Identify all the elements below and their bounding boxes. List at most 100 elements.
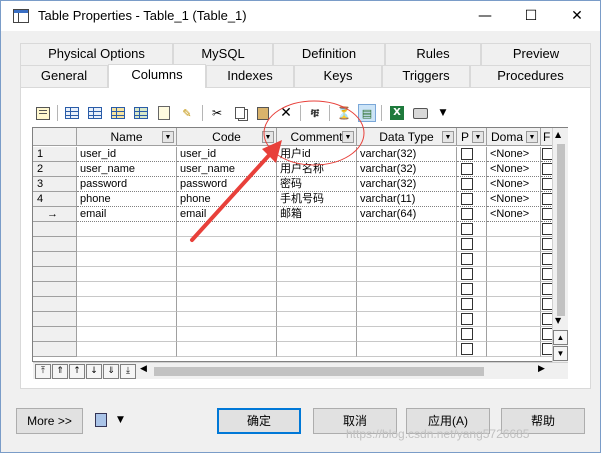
cell-name[interactable]: user_name: [77, 162, 177, 177]
column-header-domain[interactable]: Doma ▼: [487, 128, 541, 146]
move-up-icon[interactable]: ↑: [69, 364, 85, 379]
cell-code[interactable]: email: [177, 207, 277, 222]
tab-columns[interactable]: Columns: [108, 64, 206, 88]
more-button[interactable]: More >>: [16, 408, 83, 434]
move-up-page-icon[interactable]: ⇑: [52, 364, 68, 379]
tab-procedures[interactable]: Procedures: [470, 65, 591, 87]
empty-table-row[interactable]: [33, 252, 553, 267]
cell-code[interactable]: user_id: [177, 147, 277, 162]
cell-data-type[interactable]: [357, 342, 457, 357]
cell-data-type[interactable]: [357, 282, 457, 297]
move-down-page-icon[interactable]: ⇓: [103, 364, 119, 379]
columns-grid[interactable]: Name ▼ Code ▼ Comment ▼ Data Type ▼ P ▼ Doma ▼…: [32, 127, 568, 362]
cell-comment[interactable]: [277, 267, 357, 282]
cell-primary[interactable]: [457, 342, 487, 357]
column-header-name[interactable]: Name ▼: [77, 128, 177, 146]
primary-checkbox[interactable]: [461, 193, 473, 205]
tab-mysql[interactable]: MySQL: [173, 43, 273, 65]
cell-code[interactable]: [177, 237, 277, 252]
move-bottom-icon[interactable]: ⤓: [120, 364, 136, 379]
cell-name[interactable]: [77, 252, 177, 267]
scroll-down-icon[interactable]: ▼: [555, 316, 561, 325]
cell-data-type[interactable]: [357, 327, 457, 342]
cell-code[interactable]: password: [177, 177, 277, 192]
cell-comment[interactable]: 用户名称: [277, 162, 357, 177]
cell-primary[interactable]: [457, 297, 487, 312]
column-dropdown-icon[interactable]: ▼: [262, 131, 274, 143]
cell-name[interactable]: password: [77, 177, 177, 192]
tab-indexes[interactable]: Indexes: [206, 65, 294, 87]
tab-keys[interactable]: Keys: [294, 65, 382, 87]
primary-checkbox[interactable]: [461, 178, 473, 190]
cell-primary[interactable]: [457, 192, 487, 207]
empty-table-row[interactable]: [33, 222, 553, 237]
cell-code[interactable]: [177, 342, 277, 357]
primary-checkbox[interactable]: [461, 253, 473, 265]
cell-domain[interactable]: [487, 327, 541, 342]
cell-name[interactable]: [77, 267, 177, 282]
cell-data-type[interactable]: [357, 237, 457, 252]
cell-name[interactable]: [77, 282, 177, 297]
tab-preview[interactable]: Preview: [481, 43, 591, 65]
table-row[interactable]: 1 user_id user_id 用户id varchar(32) <None>: [33, 147, 553, 162]
excel-export-icon[interactable]: X: [388, 104, 406, 122]
ok-button[interactable]: 确定: [217, 408, 301, 434]
scroll-thumb[interactable]: [557, 144, 565, 316]
primary-checkbox[interactable]: [461, 268, 473, 280]
cell-comment[interactable]: 用户id: [277, 147, 357, 162]
primary-checkbox[interactable]: [461, 343, 473, 355]
print-options-icon[interactable]: [95, 413, 109, 429]
cell-data-type[interactable]: [357, 252, 457, 267]
cell-name[interactable]: phone: [77, 192, 177, 207]
cell-comment[interactable]: [277, 327, 357, 342]
tab-rules[interactable]: Rules: [385, 43, 481, 65]
cell-name[interactable]: [77, 312, 177, 327]
column-dropdown-icon[interactable]: ▼: [526, 131, 538, 143]
cell-domain[interactable]: [487, 312, 541, 327]
cell-comment[interactable]: 密码: [277, 177, 357, 192]
cell-data-type[interactable]: [357, 312, 457, 327]
column-header-code[interactable]: Code ▼: [177, 128, 277, 146]
cell-data-type[interactable]: [357, 222, 457, 237]
find-icon[interactable]: ቹ: [306, 104, 324, 122]
new-icon[interactable]: [155, 104, 173, 122]
empty-table-row[interactable]: [33, 327, 553, 342]
primary-checkbox[interactable]: [461, 298, 473, 310]
cell-name[interactable]: [77, 327, 177, 342]
tab-triggers[interactable]: Triggers: [382, 65, 470, 87]
insert-row-icon[interactable]: [63, 104, 81, 122]
cell-domain[interactable]: [487, 267, 541, 282]
tab-definition[interactable]: Definition: [273, 43, 385, 65]
close-button[interactable]: ✕: [554, 1, 600, 31]
cell-code[interactable]: [177, 267, 277, 282]
primary-checkbox[interactable]: [461, 238, 473, 250]
cell-name[interactable]: [77, 222, 177, 237]
table-row[interactable]: 4 phone phone 手机号码 varchar(11) <None>: [33, 192, 553, 207]
table-row[interactable]: 3 password password 密码 varchar(32) <None>: [33, 177, 553, 192]
cell-code[interactable]: [177, 312, 277, 327]
maximize-button[interactable]: ☐: [508, 1, 554, 31]
cell-comment[interactable]: [277, 342, 357, 357]
cell-domain[interactable]: <None>: [487, 147, 541, 162]
scroll-left-icon[interactable]: ◀: [140, 364, 147, 374]
cell-code[interactable]: [177, 282, 277, 297]
empty-table-row[interactable]: [33, 297, 553, 312]
paste-icon[interactable]: [254, 104, 272, 122]
table-row[interactable]: → email email 邮箱 varchar(64) <None>: [33, 207, 553, 222]
cell-comment[interactable]: [277, 252, 357, 267]
cell-primary[interactable]: [457, 177, 487, 192]
cell-code[interactable]: [177, 327, 277, 342]
add-row-icon[interactable]: [86, 104, 104, 122]
primary-checkbox[interactable]: [461, 313, 473, 325]
cell-data-type[interactable]: varchar(11): [357, 192, 457, 207]
customize-columns-icon[interactable]: ▤: [358, 104, 376, 122]
empty-table-row[interactable]: [33, 267, 553, 282]
column-header-comment[interactable]: Comment ▼: [277, 128, 357, 146]
copy-icon[interactable]: [231, 104, 249, 122]
cell-data-type[interactable]: varchar(32): [357, 147, 457, 162]
primary-checkbox[interactable]: [461, 208, 473, 220]
cell-domain[interactable]: [487, 252, 541, 267]
cell-domain[interactable]: [487, 282, 541, 297]
add-columns-icon[interactable]: [109, 104, 127, 122]
cell-comment[interactable]: [277, 312, 357, 327]
